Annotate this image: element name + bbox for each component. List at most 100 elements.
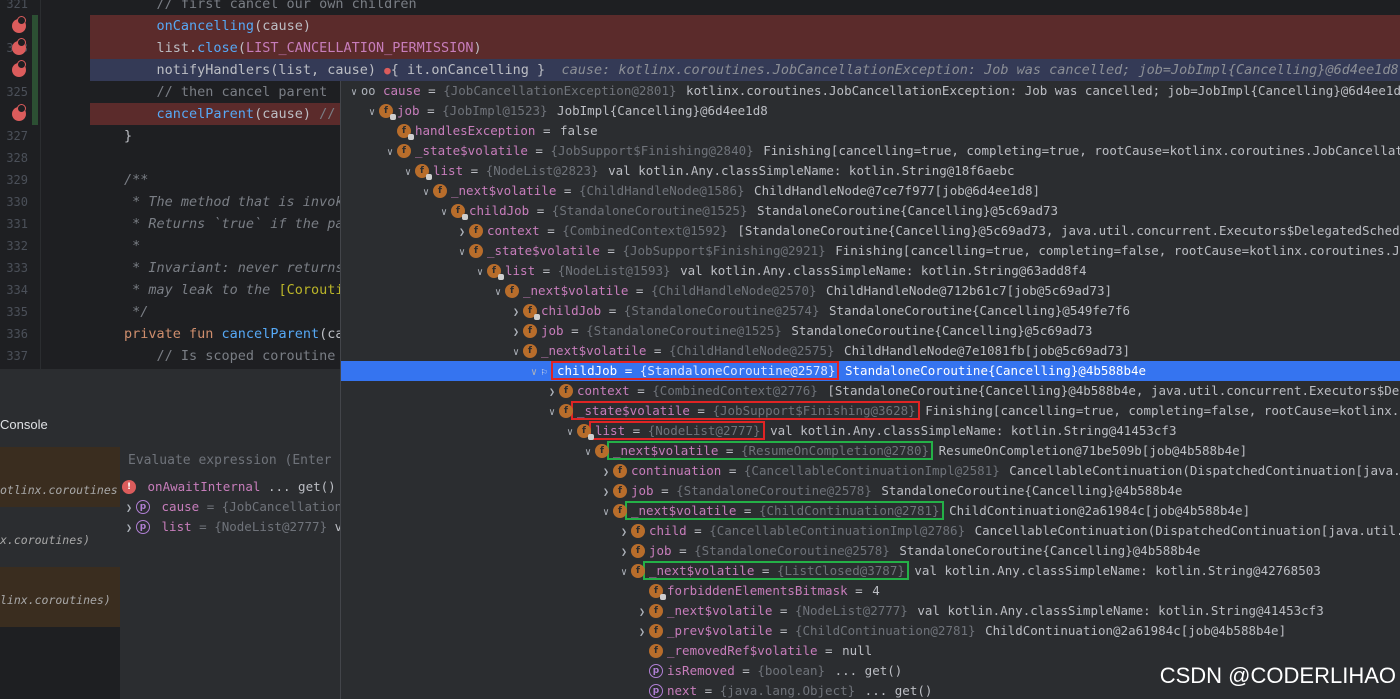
field-type: {CancellableContinuationImpl@2786}: [709, 523, 966, 538]
field-value: null: [842, 643, 873, 658]
tree-row[interactable]: ∨ f job = {JobImpl@1523} JobImpl{Cancellin…: [341, 101, 1400, 121]
stack-frame[interactable]: x.coroutines): [0, 507, 120, 567]
editor-line: 323 list.close(LIST_CANCELLATION_PERMISS…: [0, 37, 1400, 59]
chevron-right-icon[interactable]: ❯: [509, 303, 523, 323]
chevron-down-icon[interactable]: ∨: [401, 163, 415, 183]
tree-row[interactable]: ∨ f _state$volatile = {JobSupport$Finishin…: [341, 241, 1400, 261]
field-value: val kotlin.Any.classSimpleName: kotlin.S…: [600, 163, 1015, 178]
chevron-down-icon[interactable]: ∨: [473, 263, 487, 283]
chevron-right-icon[interactable]: ❯: [509, 323, 523, 343]
variable-type: = {NodeList@2777}: [199, 519, 328, 534]
chevron-down-icon[interactable]: ∨: [455, 243, 469, 263]
tree-row[interactable]: ∨ f _next$volatile = {ChildHandleNode@1586…: [341, 181, 1400, 201]
chevron-down-icon[interactable]: ∨: [617, 563, 631, 583]
tree-row[interactable]: ∨ f _next$volatile = {ChildHandleNode@2570…: [341, 281, 1400, 301]
field-name: list: [595, 423, 626, 438]
field-icon: f: [613, 503, 627, 518]
tree-row[interactable]: ∨ f list = {NodeList@2823} val kotlin.Any.…: [341, 161, 1400, 181]
field-label: childJob = {StandaloneCoroutine@2578}: [550, 361, 840, 380]
field-label: child = {CancellableContinuationImpl@278…: [645, 523, 967, 538]
field-label: _next$volatile = {ChildHandleNode@2575}: [537, 343, 837, 358]
stack-frame[interactable]: linx.coroutines): [0, 567, 120, 627]
tree-row[interactable]: ❯ f childJob = {StandaloneCoroutine@2574} …: [341, 301, 1400, 321]
field-label: job = {StandaloneCoroutine@1525}: [537, 323, 784, 338]
tree-row[interactable]: f handlesException = false: [341, 121, 1400, 141]
editor-line: onCancelling(cause): [0, 15, 1400, 37]
breakpoint-icon[interactable]: [12, 104, 26, 121]
expand-arrow-icon[interactable]: ❯: [122, 519, 136, 539]
chevron-down-icon[interactable]: ∨: [581, 443, 595, 463]
breakpoint-icon[interactable]: [12, 38, 26, 55]
field-icon: f: [595, 443, 609, 458]
property-icon: p: [649, 683, 663, 698]
breakpoint-icon[interactable]: [12, 16, 26, 33]
chevron-right-icon[interactable]: ❯: [617, 523, 631, 543]
tree-row[interactable]: ∨ f childJob = {StandaloneCoroutine@1525} …: [341, 201, 1400, 221]
field-type: {ChildHandleNode@2570}: [650, 283, 817, 298]
tree-row[interactable]: ∨ ⚐ childJob = {StandaloneCoroutine@2578} …: [341, 361, 1400, 381]
tree-row[interactable]: ❯ f context = {CombinedContext@2776} [Stan…: [341, 381, 1400, 401]
line-number: 337: [6, 349, 28, 363]
chevron-down-icon[interactable]: ∨: [347, 83, 361, 103]
tree-row[interactable]: ∨ f _state$volatile = {JobSupport$Finishin…: [341, 401, 1400, 421]
tree-row[interactable]: ∨ f _next$volatile = {ChildHandleNode@2575…: [341, 341, 1400, 361]
tree-row[interactable]: ❯ f context = {CombinedContext@1592} [Stan…: [341, 221, 1400, 241]
equals: =: [419, 103, 443, 118]
chevron-down-icon[interactable]: ∨: [419, 183, 433, 203]
field-type: {JobCancellationException@2801}: [443, 83, 677, 98]
chevron-down-icon[interactable]: ∨: [383, 143, 397, 163]
chevron-down-icon[interactable]: ∨: [509, 343, 523, 363]
tree-row[interactable]: ∨ oo cause = {JobCancellationException@280…: [341, 81, 1400, 101]
field-icon: f: [433, 183, 447, 198]
tree-row[interactable]: f _removedRef$volatile = null: [341, 641, 1400, 661]
tree-row[interactable]: ∨ f list = {NodeList@2777} val kotlin.Any.…: [341, 421, 1400, 441]
tree-row[interactable]: ❯ f job = {StandaloneCoroutine@2578} Stand…: [341, 481, 1400, 501]
tree-row[interactable]: f forbiddenElementsBitmask = 4: [341, 581, 1400, 601]
chevron-down-icon[interactable]: ∨: [563, 423, 577, 443]
tree-row[interactable]: ❯ f continuation = {CancellableContinuatio…: [341, 461, 1400, 481]
field-icon: f: [631, 563, 645, 578]
tab-console[interactable]: Console: [0, 417, 48, 432]
doc-link[interactable]: [Corouti: [278, 282, 343, 298]
tree-row[interactable]: ∨ f _next$volatile = {ListClosed@3787} val…: [341, 561, 1400, 581]
variable-row[interactable]: ❯ p cause = {JobCancellationE: [122, 497, 350, 519]
stack-frame[interactable]: otlinx.coroutines: [0, 447, 120, 507]
chevron-right-icon[interactable]: ❯: [635, 623, 649, 643]
chevron-right-icon[interactable]: ❯: [599, 483, 613, 503]
tree-row[interactable]: ∨ f _state$volatile = {JobSupport$Finishin…: [341, 141, 1400, 161]
chevron-right-icon[interactable]: ❯: [617, 543, 631, 563]
variable-row[interactable]: ! onAwaitInternal ... get(): [122, 477, 340, 497]
evaluate-expression-input[interactable]: Evaluate expression (Enter: [122, 449, 346, 473]
field-label: _next$volatile = {NodeList@2777}: [663, 603, 910, 618]
tree-row[interactable]: ∨ f _next$volatile = {ResumeOnCompletion@2…: [341, 441, 1400, 461]
chevron-down-icon[interactable]: ∨: [527, 363, 541, 383]
tree-row[interactable]: ❯ f job = {StandaloneCoroutine@1525} Stand…: [341, 321, 1400, 341]
constant: LIST_CANCELLATION_PERMISSION: [245, 40, 474, 56]
tree-row[interactable]: ∨ f _next$volatile = {ChildContinuation@27…: [341, 501, 1400, 521]
chevron-down-icon[interactable]: ∨: [545, 403, 559, 423]
tree-row[interactable]: ❯ f job = {StandaloneCoroutine@2578} Stand…: [341, 541, 1400, 561]
tree-row[interactable]: ❯ f _next$volatile = {NodeList@2777} val k…: [341, 601, 1400, 621]
chevron-down-icon[interactable]: ∨: [365, 103, 379, 123]
chevron-right-icon[interactable]: ❯: [455, 223, 469, 243]
change-marker: [32, 37, 38, 59]
chevron-down-icon[interactable]: ∨: [599, 503, 613, 523]
chevron-right-icon[interactable]: ❯: [545, 383, 559, 403]
tree-row[interactable]: ❯ f child = {CancellableContinuationImpl@2…: [341, 521, 1400, 541]
chevron-down-icon[interactable]: ∨: [437, 203, 451, 223]
field-type: {ChildContinuation@2781}: [758, 503, 940, 518]
tree-row[interactable]: ∨ f list = {NodeList@1593} val kotlin.Any.…: [341, 261, 1400, 281]
chevron-down-icon[interactable]: ∨: [491, 283, 505, 303]
chevron-right-icon[interactable]: ❯: [635, 603, 649, 623]
change-marker: [32, 15, 38, 37]
field-icon: f: [559, 403, 573, 418]
field-label: _next$volatile = {ChildContinuation@2781…: [625, 501, 944, 520]
variable-row[interactable]: ❯ p list = {NodeList@2777} va: [122, 517, 350, 539]
chevron-right-icon[interactable]: ❯: [599, 463, 613, 483]
breakpoint-icon[interactable]: [12, 60, 26, 77]
tree-row[interactable]: ❯ f _prev$volatile = {ChildContinuation@27…: [341, 621, 1400, 641]
field-name: _state$volatile: [487, 243, 600, 258]
equals: =: [625, 423, 648, 438]
field-label: _prev$volatile = {ChildContinuation@2781…: [663, 623, 978, 638]
expand-arrow-icon[interactable]: ❯: [122, 499, 136, 519]
